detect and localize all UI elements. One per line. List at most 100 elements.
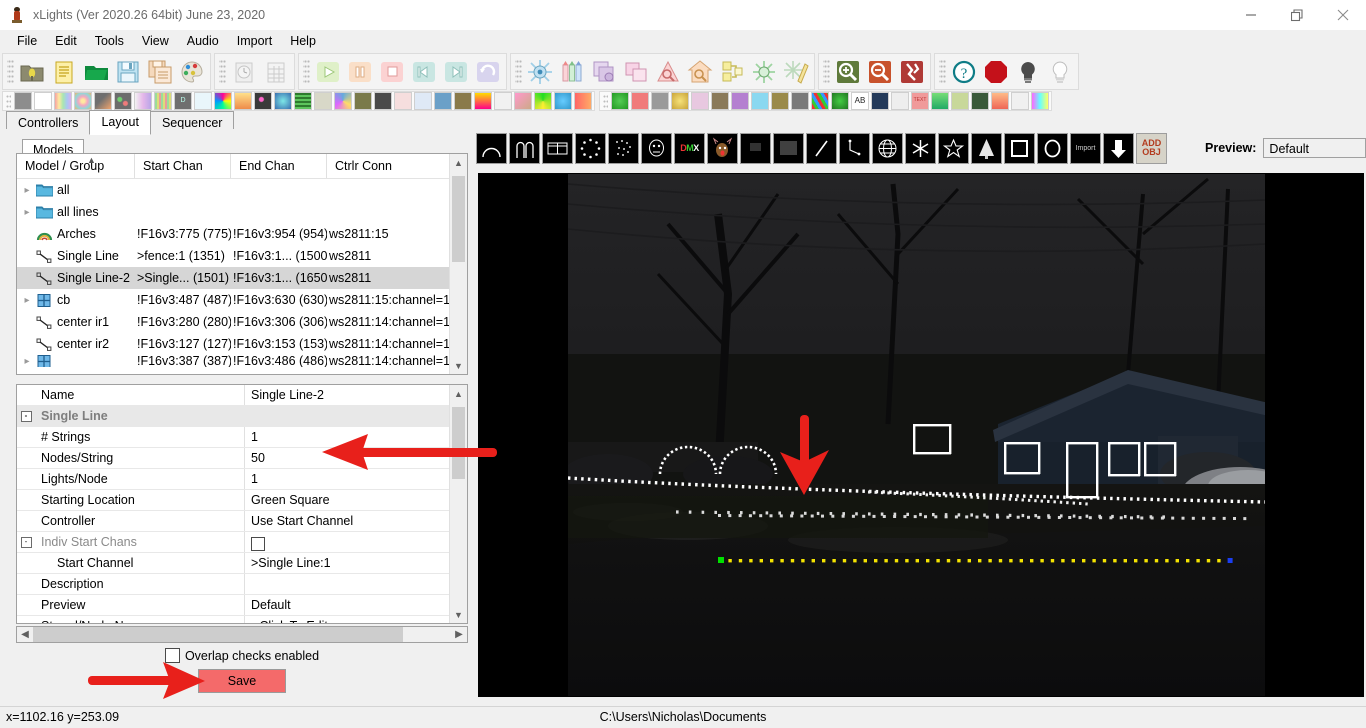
property-row[interactable]: Start Channel>Single Line:1 bbox=[17, 553, 467, 574]
effect-on-icon[interactable] bbox=[34, 92, 52, 110]
expand-toggle-icon[interactable]: ▸ bbox=[19, 229, 35, 240]
close-icon[interactable] bbox=[1320, 0, 1366, 30]
copy-layers-icon[interactable] bbox=[620, 56, 652, 88]
menu-help[interactable]: Help bbox=[281, 32, 325, 50]
effect-state-icon[interactable] bbox=[791, 92, 809, 110]
render-all-icon[interactable] bbox=[524, 56, 556, 88]
effect-garlands-icon[interactable] bbox=[294, 92, 312, 110]
candy-cane-icon[interactable] bbox=[509, 133, 540, 164]
effect-rainbow-icon[interactable] bbox=[1031, 92, 1049, 110]
menu-tools[interactable]: Tools bbox=[86, 32, 133, 50]
scroll-up-icon[interactable]: ▲ bbox=[450, 385, 467, 402]
replay-icon[interactable] bbox=[472, 56, 504, 88]
house-preview-canvas[interactable] bbox=[478, 173, 1364, 697]
scroll-right-icon[interactable]: ▶ bbox=[451, 627, 467, 642]
effect-glediator-icon[interactable] bbox=[314, 92, 332, 110]
property-value-cell[interactable] bbox=[245, 574, 467, 594]
effect-curtain-icon[interactable] bbox=[154, 92, 172, 110]
property-value-cell[interactable]: >Single Line:1 bbox=[245, 553, 467, 573]
play-icon[interactable] bbox=[312, 56, 344, 88]
download-arrow-icon[interactable] bbox=[1103, 133, 1134, 164]
effect-grid-icon[interactable] bbox=[1011, 92, 1029, 110]
effect-plasma-icon[interactable] bbox=[554, 92, 572, 110]
scroll-up-icon[interactable]: ▲ bbox=[450, 154, 467, 171]
effect-snowflakes-icon[interactable] bbox=[711, 92, 729, 110]
effect-single-strand-icon[interactable] bbox=[671, 92, 689, 110]
property-value-cell[interactable]: Single Line-2 bbox=[245, 385, 467, 405]
effect-spirograph-icon[interactable] bbox=[771, 92, 789, 110]
preview-select[interactable]: Default bbox=[1263, 138, 1366, 158]
toolbar-grip[interactable] bbox=[823, 58, 830, 85]
property-row[interactable]: PreviewDefault bbox=[17, 595, 467, 616]
effect-snowstorm-icon[interactable] bbox=[731, 92, 749, 110]
crayons-icon[interactable] bbox=[556, 56, 588, 88]
star-model-icon[interactable] bbox=[938, 133, 969, 164]
column-model-group[interactable]: Model / Group bbox=[17, 154, 135, 178]
toolbar-grip[interactable] bbox=[515, 58, 522, 85]
property-row[interactable]: -Single Line bbox=[17, 406, 467, 427]
effect-music-icon[interactable] bbox=[474, 92, 492, 110]
effect-ripple-icon[interactable] bbox=[574, 92, 592, 110]
tab-layout[interactable]: Layout bbox=[89, 110, 151, 135]
model-tree-row[interactable]: ▸Single Line>fence:1 (1351)!F16v3:1... (… bbox=[17, 245, 467, 267]
effect-bars2-icon[interactable] bbox=[991, 92, 1009, 110]
lights-off-icon[interactable] bbox=[1012, 56, 1044, 88]
effect-fireworks-icon[interactable] bbox=[254, 92, 272, 110]
effect-kaleidoscope-icon[interactable] bbox=[334, 92, 352, 110]
help-icon[interactable]: ? bbox=[948, 56, 980, 88]
effect-shockwave-icon[interactable] bbox=[651, 92, 669, 110]
image-model-icon[interactable] bbox=[740, 133, 771, 164]
property-row[interactable]: Starting LocationGreen Square bbox=[17, 490, 467, 511]
menu-import[interactable]: Import bbox=[228, 32, 281, 50]
model-tree-scrollbar[interactable]: ▲ ▼ bbox=[449, 154, 467, 374]
scroll-down-icon[interactable]: ▼ bbox=[450, 357, 467, 374]
toolbar-grip[interactable] bbox=[603, 94, 608, 108]
model-tree-row[interactable]: ▸all bbox=[17, 179, 467, 201]
effect-candle-icon[interactable] bbox=[94, 92, 112, 110]
expand-toggle-icon[interactable]: ▸ bbox=[19, 251, 35, 262]
effect-shader-icon[interactable] bbox=[611, 92, 629, 110]
overlap-checks-checkbox[interactable] bbox=[165, 648, 180, 663]
minimize-icon[interactable] bbox=[1228, 0, 1274, 30]
tree-model-icon[interactable] bbox=[971, 133, 1002, 164]
scroll-down-icon[interactable]: ▼ bbox=[450, 606, 467, 623]
toolbar-grip[interactable] bbox=[303, 58, 310, 85]
model-tree-row-partial[interactable]: ▸ !F16v3:387 (387)!F16v3:486 (486)ws2811… bbox=[17, 355, 467, 367]
dmx-model-icon[interactable]: DMX bbox=[674, 133, 705, 164]
effect-bars-icon[interactable] bbox=[54, 92, 72, 110]
rewind-icon[interactable] bbox=[408, 56, 440, 88]
effect-text-icon[interactable]: AB bbox=[851, 92, 869, 110]
add-object-button[interactable]: ADDOBJ bbox=[1136, 133, 1167, 164]
cube-model-icon[interactable] bbox=[608, 133, 639, 164]
nodes-icon[interactable] bbox=[716, 56, 748, 88]
effect-fan-icon[interactable] bbox=[214, 92, 232, 110]
effect-morph-icon[interactable] bbox=[454, 92, 472, 110]
spinner-model-icon[interactable] bbox=[905, 133, 936, 164]
model-tree-row[interactable]: ▸cb!F16v3:487 (487)!F16v3:630 (630)ws281… bbox=[17, 289, 467, 311]
expand-toggle-icon[interactable]: ▸ bbox=[19, 356, 35, 367]
properties-scrollbar[interactable]: ▲ ▼ bbox=[449, 385, 467, 623]
menu-view[interactable]: View bbox=[133, 32, 178, 50]
property-value-cell[interactable]: Default bbox=[245, 595, 467, 615]
property-row[interactable]: Nodes/String50 bbox=[17, 448, 467, 469]
arch-model-icon[interactable] bbox=[476, 133, 507, 164]
models-icon[interactable] bbox=[588, 56, 620, 88]
zoom-model-icon[interactable] bbox=[652, 56, 684, 88]
expand-toggle-icon[interactable]: ▸ bbox=[19, 317, 35, 328]
effect-fire-icon[interactable] bbox=[234, 92, 252, 110]
save-as-icon[interactable] bbox=[144, 56, 176, 88]
property-row[interactable]: Description bbox=[17, 574, 467, 595]
import-model-button[interactable]: Import bbox=[1070, 133, 1101, 164]
open-show-dir-icon[interactable] bbox=[16, 56, 48, 88]
property-value-cell[interactable]: 1 bbox=[245, 469, 467, 489]
scroll-left-icon[interactable]: ◀ bbox=[17, 627, 33, 642]
zoom-out-icon[interactable] bbox=[864, 56, 896, 88]
effect-lightning-icon[interactable] bbox=[374, 92, 392, 110]
collapse-toggle-icon[interactable]: - bbox=[21, 537, 32, 548]
effect-sketch-icon[interactable] bbox=[691, 92, 709, 110]
lights-on-icon[interactable] bbox=[1044, 56, 1076, 88]
custom-model-icon[interactable] bbox=[641, 133, 672, 164]
property-row[interactable]: -Indiv Start Chans bbox=[17, 532, 467, 553]
effect-burst-icon[interactable] bbox=[748, 56, 780, 88]
effect-wave-icon[interactable] bbox=[971, 92, 989, 110]
